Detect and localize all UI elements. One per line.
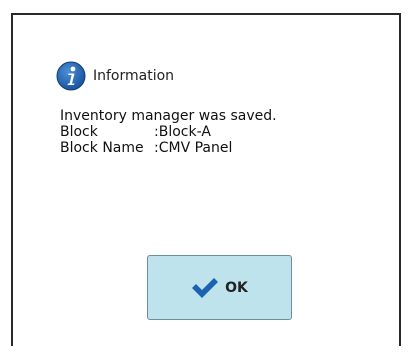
dialog-header: Information [56,61,174,91]
message-line: Inventory manager was saved. [60,108,277,124]
block-name-row: Block Name :CMV Panel [60,140,277,156]
block-label: Block [60,124,98,140]
block-value: :Block-A [154,124,211,140]
block-name-label: Block Name [60,140,144,156]
checkmark-icon [191,277,219,299]
dialog-title: Information [93,68,175,84]
ok-button-label: OK [225,279,248,296]
block-name-value: :CMV Panel [154,140,233,156]
ok-button[interactable]: OK [147,255,292,320]
block-row: Block :Block-A [60,124,277,140]
info-icon [56,61,86,91]
dialog-message: Inventory manager was saved. Block :Bloc… [60,108,277,156]
information-dialog: Information Inventory manager was saved.… [11,13,401,346]
message-text: Inventory manager was saved. [60,108,277,124]
